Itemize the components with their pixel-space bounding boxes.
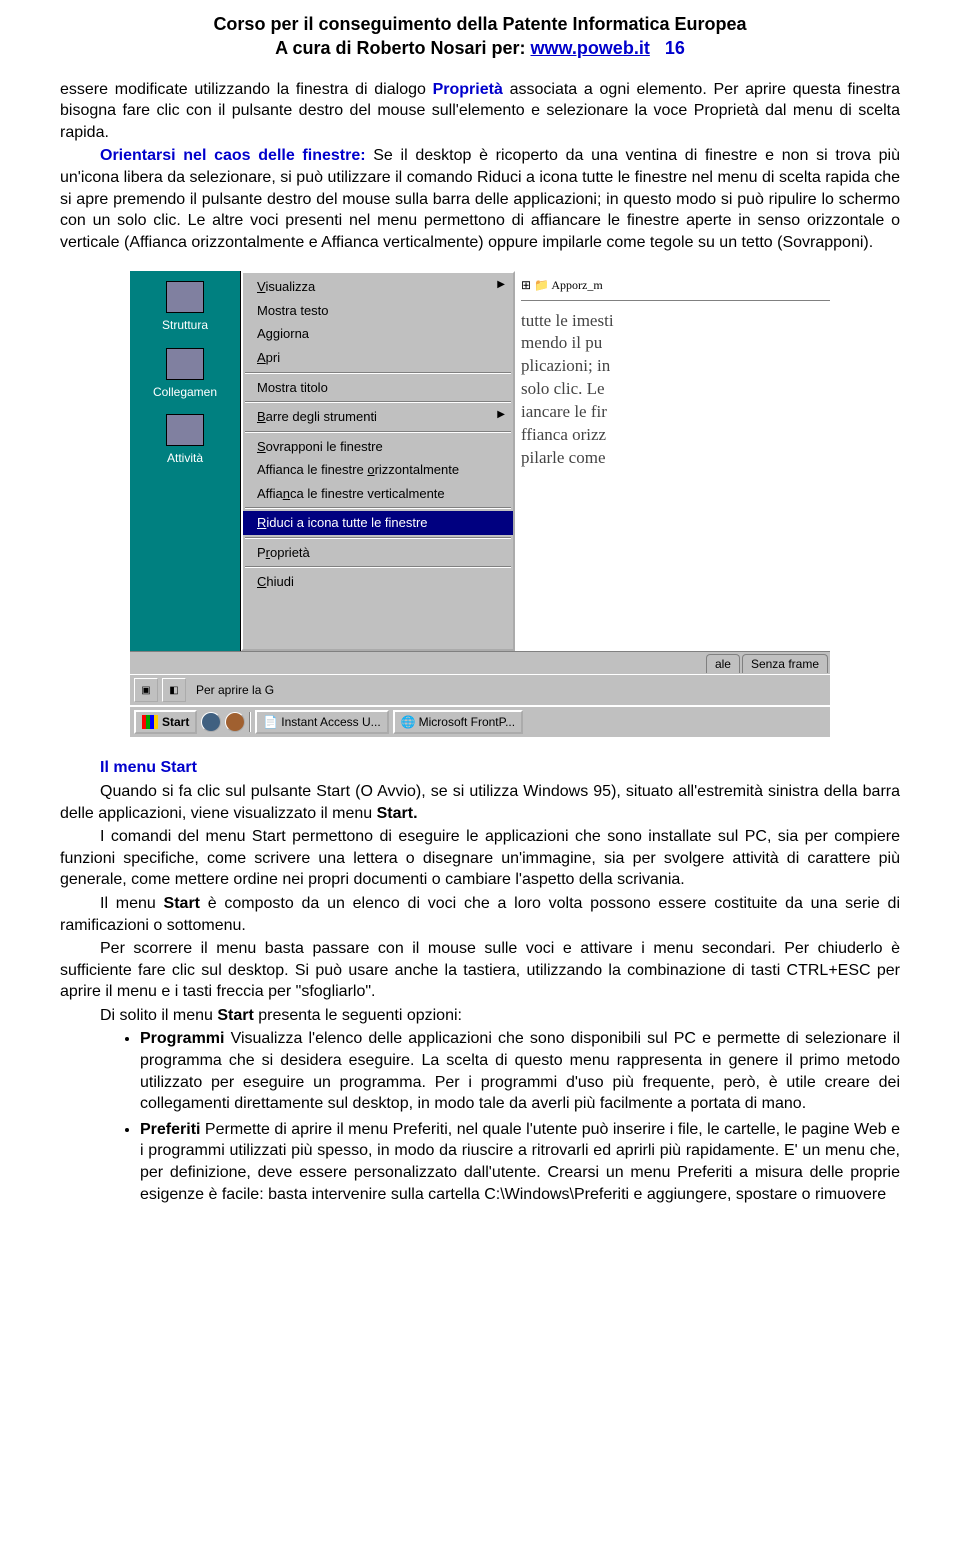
struttura-label: Struttura: [162, 317, 208, 333]
embedded-screenshot: Struttura Collegamen Attività VVisualizz…: [130, 271, 830, 737]
menu-mostra-testo[interactable]: Mostra testo: [243, 299, 513, 323]
collegamenti-label: Collegamen: [153, 384, 217, 400]
menu-aggiorna[interactable]: Aggiorna: [243, 322, 513, 346]
paragraph-start-2: I comandi del menu Start permettono di e…: [60, 826, 900, 891]
attivita-icon: [166, 414, 204, 446]
paragraph-2: Orientarsi nel caos delle finestre: Se i…: [60, 145, 900, 253]
page-number: 16: [665, 38, 685, 58]
attivita-label: Attività: [167, 450, 203, 466]
header-link[interactable]: www.poweb.it: [530, 38, 649, 58]
menu-separator-6: [245, 566, 511, 568]
paragraph-start-4: Per scorrere il menu basta passare con i…: [60, 938, 900, 1003]
paragraph-start-1: Quando si fa clic sul pulsante Start (O …: [60, 781, 900, 824]
start-options-list: Programmi Visualizza l'elenco delle appl…: [60, 1028, 900, 1205]
menu-separator-5: [245, 537, 511, 539]
menu-visualizza[interactable]: VVisualizzaisualizza: [243, 275, 513, 299]
menu-riduci-a-icona[interactable]: Riduci a icona tutte le finestreRiduci a…: [243, 511, 513, 535]
menu-chiudi[interactable]: ChiudiChiudi: [243, 570, 513, 594]
orientarsi-term: Orientarsi nel caos delle finestre:: [100, 147, 366, 164]
background-window-fragment: ⊞ 📁 Apporz_m tutte le imesti mendo il pu…: [515, 271, 830, 651]
menu-mostra-titolo[interactable]: Mostra titolo: [243, 376, 513, 400]
menu-affianca-vert[interactable]: Affianca le finestre verticalmenteAffian…: [243, 482, 513, 506]
tab-senza-frame[interactable]: Senza frame: [742, 654, 828, 673]
ie-quicklaunch-icon[interactable]: [201, 712, 221, 732]
menu-separator-3: [245, 431, 511, 433]
menu-separator-2: [245, 401, 511, 403]
proprieta-term: Proprietà: [433, 81, 503, 98]
outlook-quicklaunch-icon[interactable]: [225, 712, 245, 732]
taskbar: Start 📄 Instant Access U... 🌐 Microsoft …: [130, 705, 830, 737]
tab-ale[interactable]: ale: [706, 654, 740, 673]
menu-separator-4: [245, 507, 511, 509]
bullet-programmi: Programmi Visualizza l'elenco delle appl…: [140, 1028, 900, 1114]
menu-apri[interactable]: ApriApri: [243, 346, 513, 370]
bullet-preferiti: Preferiti Permette di aprire il menu Pre…: [140, 1119, 900, 1205]
taskbar-instant-access[interactable]: 📄 Instant Access U...: [255, 710, 388, 734]
menu-proprieta[interactable]: ProprietàProprietà: [243, 541, 513, 565]
section-title-start: Il menu Start: [60, 757, 900, 779]
menu-sovrapponi[interactable]: Sovrapponi le finestreSovrapponi le fine…: [243, 435, 513, 459]
menu-separator-1: [245, 372, 511, 374]
paragraph-1: essere modificate utilizzando la finestr…: [60, 79, 900, 144]
doc-header-line1: Corso per il conseguimento della Patente…: [60, 12, 900, 36]
menu-affianca-orizz[interactable]: Affianca le finestre orizzontalmenteAffi…: [243, 458, 513, 482]
header-prefix: A cura di Roberto Nosari per:: [275, 38, 530, 58]
window-toolbar: ▣ ◧ Per aprire la G: [130, 674, 830, 705]
taskbar-frontpage[interactable]: 🌐 Microsoft FrontP...: [393, 710, 523, 734]
context-menu: VVisualizzaisualizza Mostra testo Aggior…: [241, 271, 515, 651]
toolbar-btn-2[interactable]: ◧: [162, 678, 186, 702]
menu-barre-strumenti[interactable]: Barre degli strumentiBarre degli strumen…: [243, 405, 513, 429]
doc-header-line2: A cura di Roberto Nosari per: www.poweb.…: [60, 36, 900, 60]
toolbar-btn-1[interactable]: ▣: [134, 678, 158, 702]
window-tabs: ale Senza frame: [130, 651, 830, 674]
toolbar-text: Per aprire la G: [196, 682, 274, 698]
struttura-icon: [166, 281, 204, 313]
start-button[interactable]: Start: [134, 710, 197, 734]
paragraph-start-5: Di solito il menu Start presenta le segu…: [60, 1005, 900, 1027]
desktop-sidebar: Struttura Collegamen Attività: [130, 271, 241, 651]
windows-logo-icon: [142, 715, 158, 729]
paragraph-start-3: Il menu Start è composto da un elenco di…: [60, 893, 900, 936]
collegamenti-icon: [166, 348, 204, 380]
